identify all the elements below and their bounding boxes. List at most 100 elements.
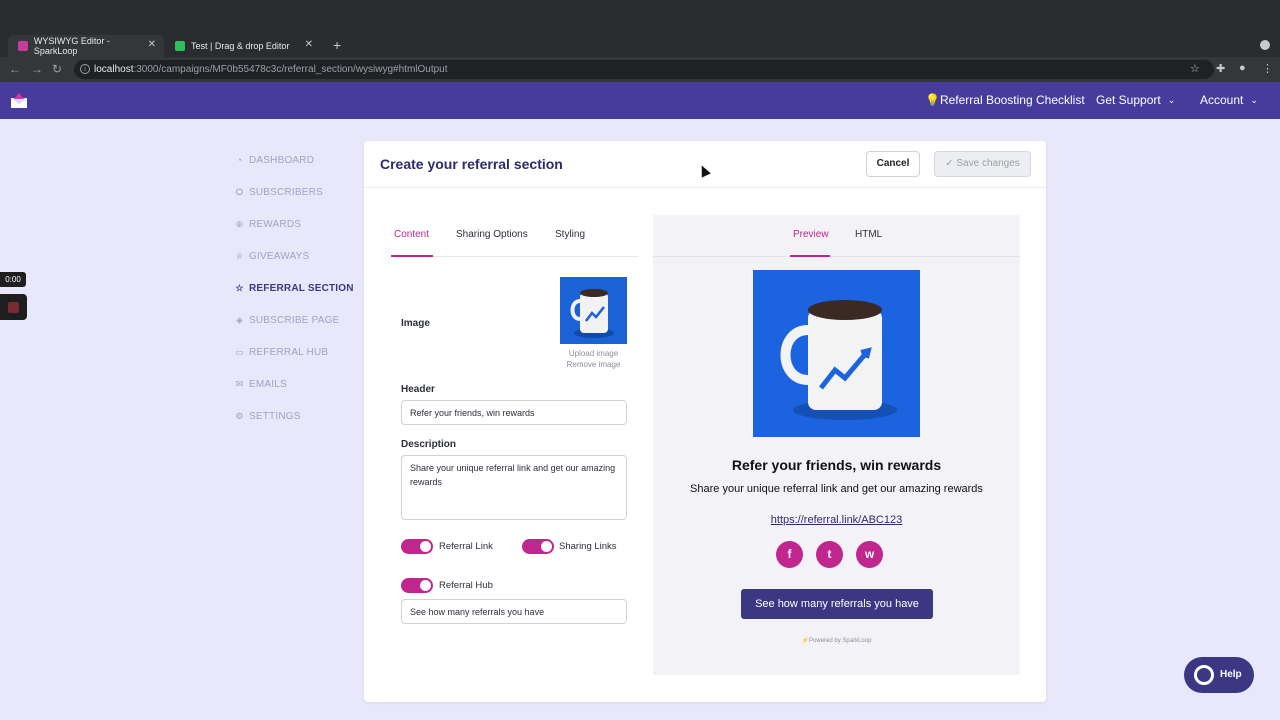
upload-image-link[interactable]: Upload image	[560, 349, 627, 358]
url-input[interactable]: i localhost:3000/campaigns/MF0b55478c3c/…	[74, 60, 1214, 79]
sidebar-item-subscribe-page[interactable]: ◈ SUBSCRIBE PAGE	[235, 315, 339, 326]
app-header: 💡Referral Boosting Checklist Get Support…	[0, 82, 1280, 119]
divider	[364, 187, 1046, 188]
sharing-links-toggle[interactable]	[522, 539, 554, 554]
twitter-icon[interactable]: t	[816, 541, 843, 568]
referral-link-toggle[interactable]	[401, 539, 433, 554]
sidebar-item-label: REFERRAL HUB	[249, 347, 329, 358]
sidebar-item-settings[interactable]: ⚙ SETTINGS	[235, 411, 301, 422]
referral-hub-button[interactable]: See how many referrals you have	[741, 589, 933, 619]
extensions-icon[interactable]: ✚	[1216, 62, 1225, 75]
facebook-icon[interactable]: f	[776, 541, 803, 568]
powered-by-sparkloop: ⚡Powered by SparkLoop	[801, 638, 872, 644]
info-icon[interactable]: i	[80, 64, 90, 74]
get-support-menu[interactable]: Get Support ⌄	[1096, 93, 1175, 107]
tab-content[interactable]: Content	[394, 229, 429, 240]
tab-sharing-options[interactable]: Sharing Options	[456, 229, 528, 240]
tab-title: Test | Drag & drop Editor	[191, 41, 290, 51]
forward-icon[interactable]: →	[31, 62, 43, 76]
stop-recording-button[interactable]	[0, 294, 27, 320]
sparkloop-favicon-icon	[18, 41, 28, 51]
new-tab-icon[interactable]: +	[333, 37, 341, 53]
save-changes-button[interactable]: ✓ Save changes	[934, 151, 1031, 177]
tab-html[interactable]: HTML	[855, 229, 882, 240]
referral-hub-label: Referral Hub	[439, 580, 493, 591]
sidebar-item-label: SUBSCRIBE PAGE	[249, 315, 340, 326]
mug-image-icon	[753, 270, 920, 437]
layers-icon: ◈	[235, 315, 244, 325]
bookmark-star-icon[interactable]: ☆	[1190, 62, 1200, 75]
back-icon[interactable]: ←	[9, 62, 21, 76]
sidebar-item-label: DASHBOARD	[249, 155, 315, 166]
address-bar: ← → ↻ i localhost:3000/campaigns/MF0b554…	[0, 57, 1280, 82]
sidebar-item-label: SUBSCRIBERS	[249, 187, 323, 198]
preview-title: Refer your friends, win rewards	[731, 457, 942, 473]
chat-favicon-icon	[175, 41, 185, 51]
help-label: Help	[1220, 669, 1242, 680]
image-thumbnail[interactable]	[560, 277, 627, 344]
sidebar-item-referral-section[interactable]: ☆ REFERRAL SECTION	[235, 283, 354, 294]
preview-image	[753, 270, 920, 437]
header-input[interactable]: Refer your friends, win rewards	[401, 400, 627, 425]
description-textarea[interactable]: Share your unique referral link and get …	[401, 455, 627, 520]
browser-tab-active[interactable]: WYSIWYG Editor - SparkLoop ✕	[8, 35, 164, 57]
browser-tab[interactable]: Test | Drag & drop Editor ✕	[165, 35, 321, 57]
whatsapp-icon[interactable]: w	[856, 541, 883, 568]
sidebar-item-emails[interactable]: ✉ EMAILS	[235, 379, 287, 390]
remove-image-link[interactable]: Remove image	[560, 360, 627, 369]
browser-profile-icon[interactable]	[1260, 40, 1270, 50]
users-icon: ⵔ	[235, 187, 244, 197]
hub-icon: ▭	[235, 347, 244, 357]
lifebuoy-icon	[1194, 665, 1214, 685]
sidebar-item-label: REWARDS	[249, 219, 302, 230]
toggle-knob	[420, 541, 431, 552]
preview-referral-link[interactable]: https://referral.link/ABC123	[653, 514, 1020, 526]
sidebar-item-referral-hub[interactable]: ▭ REFERRAL HUB	[235, 347, 328, 358]
sharing-links-label: Sharing Links	[559, 541, 617, 552]
url-host: localhost	[94, 64, 134, 75]
stop-icon	[8, 302, 19, 313]
recording-timer: 0:00	[0, 272, 26, 287]
reload-icon[interactable]: ↻	[52, 62, 62, 76]
close-icon[interactable]: ✕	[148, 39, 156, 50]
tab-styling[interactable]: Styling	[555, 229, 585, 240]
close-icon[interactable]: ✕	[305, 39, 313, 50]
referral-hub-toggle[interactable]	[401, 578, 433, 593]
mug-image-icon	[560, 277, 627, 344]
mail-icon: ✉	[235, 379, 244, 389]
sidebar-item-rewards[interactable]: ⊕ REWARDS	[235, 219, 301, 230]
sidebar-item-label: EMAILS	[249, 379, 287, 390]
editor-tabs: Content Sharing Options Styling	[391, 215, 638, 257]
image-label: Image	[401, 318, 430, 329]
browser-tabbar: WYSIWYG Editor - SparkLoop ✕ Test | Drag…	[0, 35, 1280, 57]
cancel-button[interactable]: Cancel	[866, 151, 920, 177]
gear-icon: ⚙	[235, 411, 244, 421]
chevron-down-icon: ⌄	[1167, 94, 1176, 105]
sparkloop-logo-icon[interactable]	[11, 93, 27, 108]
tab-preview[interactable]: Preview	[793, 229, 829, 240]
gift-icon: ⊕	[235, 219, 244, 229]
toggle-knob	[541, 541, 552, 552]
account-menu[interactable]: Account ⌄	[1200, 93, 1258, 107]
browser-titlebar	[0, 0, 1280, 35]
active-tab-indicator	[790, 255, 830, 257]
referral-section-editor: Create your referral section Cancel ✓ Sa…	[364, 141, 1046, 702]
toggle-knob	[420, 580, 431, 591]
star-icon: ☆	[235, 283, 244, 293]
preview-description: Share your unique referral link and get …	[690, 483, 983, 495]
help-button[interactable]: Help	[1184, 657, 1254, 693]
url-path: :3000/campaigns/MF0b55478c3c/referral_se…	[133, 64, 448, 75]
browser-menu-icon[interactable]: ⋮	[1262, 62, 1273, 75]
active-tab-indicator	[391, 255, 433, 257]
trophy-icon: ♕	[235, 251, 244, 261]
profile-icon[interactable]: ●	[1239, 62, 1246, 74]
sidebar-item-subscribers[interactable]: ⵔ SUBSCRIBERS	[235, 187, 323, 198]
sidebar-item-dashboard[interactable]: ◔ DASHBOARD	[235, 155, 314, 166]
page-title: Create your referral section	[380, 156, 563, 172]
preview-tabs: Preview HTML	[653, 215, 1020, 257]
tab-title: WYSIWYG Editor - SparkLoop	[33, 36, 110, 56]
sidebar-item-giveaways[interactable]: ♕ GIVEAWAYS	[235, 251, 309, 262]
support-label: Get Support	[1096, 93, 1161, 107]
referral-hub-text-input[interactable]: See how many referrals you have	[401, 599, 627, 624]
referral-checklist-link[interactable]: 💡Referral Boosting Checklist	[925, 93, 1085, 107]
